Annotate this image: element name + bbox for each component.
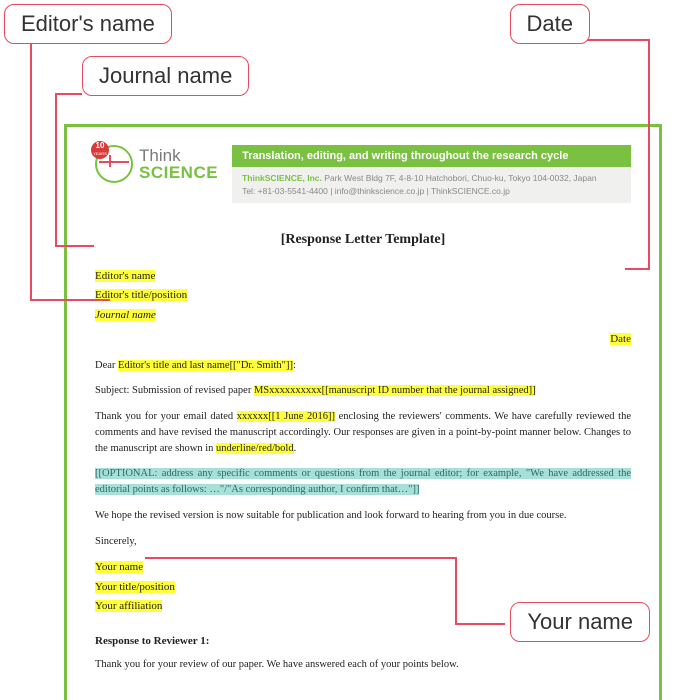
logo-text: Think SCIENCE xyxy=(139,147,218,181)
field-dear: Editor's title and last name[["Dr. Smith… xyxy=(118,360,293,371)
header-banner: Translation, editing, and writing throug… xyxy=(232,145,631,203)
logo-badge-number: 10 xyxy=(91,142,109,150)
dear-suffix: : xyxy=(293,360,296,371)
field-your-name: Your name xyxy=(95,561,143,573)
field-your-affiliation: Your affiliation xyxy=(95,600,162,612)
field-journal-name: Journal name xyxy=(95,309,156,321)
logo-block: 10 YEARS Think SCIENCE xyxy=(95,145,218,183)
connector-line xyxy=(455,623,505,625)
logo-badge-years: YEARS xyxy=(91,150,109,158)
connector-line xyxy=(625,268,650,270)
banner-contact: ThinkSCIENCE, Inc. Park West Bldg 7F, 4-… xyxy=(232,167,631,203)
field-optional: [[OPTIONAL: address any specific comment… xyxy=(95,468,631,495)
field-editor-name: Editor's name xyxy=(95,270,155,282)
field-manuscript-id: MSxxxxxxxxxx[[manuscript ID number that … xyxy=(254,385,536,396)
connector-line xyxy=(648,39,650,269)
thank-prefix: Thank you for your email dated xyxy=(95,411,237,422)
connector-line xyxy=(455,557,457,624)
company-address: Park West Bldg 7F, 4-8-10 Hatchobori, Ch… xyxy=(324,173,596,183)
dear-prefix: Dear xyxy=(95,360,118,371)
callout-journal-name: Journal name xyxy=(82,56,249,96)
field-email-date: xxxxxx[[1 June 2016]] xyxy=(237,411,335,422)
field-your-title: Your title/position xyxy=(95,581,175,593)
connector-line xyxy=(55,245,94,247)
sincerely: Sincerely, xyxy=(95,534,631,550)
optional-paragraph: [[OPTIONAL: address any specific comment… xyxy=(95,466,631,498)
field-format: underline/red/bold xyxy=(216,443,294,454)
banner-tagline: Translation, editing, and writing throug… xyxy=(232,145,631,167)
connector-line xyxy=(30,39,32,299)
connector-line xyxy=(145,557,455,559)
callout-date: Date xyxy=(510,4,590,44)
logo-think: Think xyxy=(139,147,218,164)
thank-suffix: . xyxy=(294,443,297,454)
field-date: Date xyxy=(610,333,631,345)
hope-paragraph: We hope the revised version is now suita… xyxy=(95,508,631,524)
company-name: ThinkSCIENCE, Inc. xyxy=(242,173,322,183)
callout-your-name: Your name xyxy=(510,602,650,642)
company-contact: Tel: +81-03-5541-4400 | info@thinkscienc… xyxy=(242,186,510,196)
connector-line xyxy=(55,93,82,95)
connector-line xyxy=(30,299,110,301)
connector-line xyxy=(55,93,57,246)
logo-science: SCIENCE xyxy=(139,164,218,181)
thank-you-paragraph: Thank you for your email dated xxxxxx[[1… xyxy=(95,409,631,456)
salutation: Dear Editor's title and last name[["Dr. … xyxy=(95,358,631,374)
logo-icon: 10 YEARS xyxy=(95,145,133,183)
subject-line: Subject: Submission of revised paper MSx… xyxy=(95,383,631,399)
document-title: [Response Letter Template] xyxy=(95,229,631,250)
callout-editors-name: Editor's name xyxy=(4,4,172,44)
letterhead: 10 YEARS Think SCIENCE Translation, edit… xyxy=(95,145,631,203)
subject-prefix: Subject: Submission of revised paper xyxy=(95,385,254,396)
response-intro: Thank you for your review of our paper. … xyxy=(95,657,631,673)
